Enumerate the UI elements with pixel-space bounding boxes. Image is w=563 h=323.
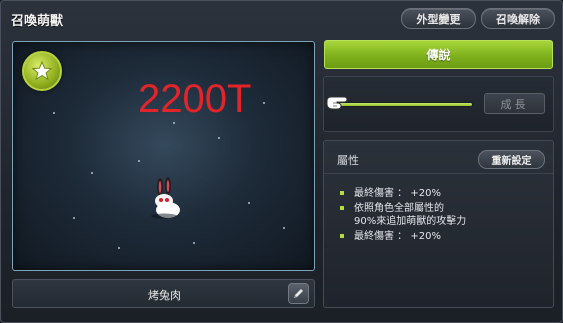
sparkle xyxy=(193,242,195,244)
attribute-text: 最終傷害 ： +20% xyxy=(354,231,441,242)
attribute-text: 最終傷害 ： +20% xyxy=(354,188,441,199)
sparkle xyxy=(263,102,265,104)
sparkle xyxy=(173,122,175,124)
star-icon xyxy=(22,51,62,91)
growth-progress-fill xyxy=(337,103,472,106)
attribute-item: 最終傷害 ： +20% xyxy=(338,230,543,243)
summon-dismiss-button[interactable]: 召喚解除 xyxy=(481,8,555,29)
growth-progress-bar xyxy=(336,102,473,107)
sparkle xyxy=(218,137,220,139)
sparkle xyxy=(91,172,93,174)
tier-legend-button[interactable]: 傳說 xyxy=(324,40,553,69)
attributes-header: 屬性 重新設定 xyxy=(324,141,553,174)
sparkle xyxy=(73,217,75,219)
attribute-text: 90%來追加萌獸的攻擊力 xyxy=(354,216,467,227)
outfit-change-button[interactable]: 外型變更 xyxy=(401,8,476,29)
attributes-list: 最終傷害 ： +20% 依照角色全部屬性的 90%來追加萌獸的攻擊力 最終傷害 … xyxy=(338,187,543,245)
sparkle xyxy=(53,112,55,114)
attributes-panel: 屬性 重新設定 最終傷害 ： +20% 依照角色全部屬性的 90%來追加萌獸的攻… xyxy=(323,140,554,308)
attribute-item: 依照角色全部屬性的 90%來追加萌獸的攻擊力 xyxy=(338,202,543,228)
sparkle xyxy=(138,160,140,162)
rabbit-pet-sprite xyxy=(151,177,180,219)
sparkle xyxy=(248,202,250,204)
attributes-title: 屬性 xyxy=(337,154,359,167)
attribute-item: 最終傷害 ： +20% xyxy=(338,187,543,200)
pencil-icon[interactable] xyxy=(288,283,309,304)
reset-attributes-button[interactable]: 重新設定 xyxy=(478,150,545,169)
sparkle xyxy=(283,227,285,229)
pet-summon-window: 召喚萌獸 外型變更 召喚解除 2200T 烤兔肉 傳說 成長 屬性 重新設定 最… xyxy=(0,0,563,323)
attribute-text: 依照角色全部屬性的 xyxy=(354,203,444,214)
pet-name-bar: 烤兔肉 xyxy=(12,279,315,308)
window-title: 召喚萌獸 xyxy=(11,14,64,29)
overlay-power-text: 2200T xyxy=(138,77,252,121)
pointing-hand-icon[interactable] xyxy=(324,91,350,115)
pet-preview-stage: 2200T xyxy=(12,41,315,271)
growth-panel: 成長 xyxy=(323,76,554,132)
grow-button[interactable]: 成長 xyxy=(484,93,545,114)
pet-name: 烤兔肉 xyxy=(148,289,181,302)
sparkle xyxy=(118,247,120,249)
